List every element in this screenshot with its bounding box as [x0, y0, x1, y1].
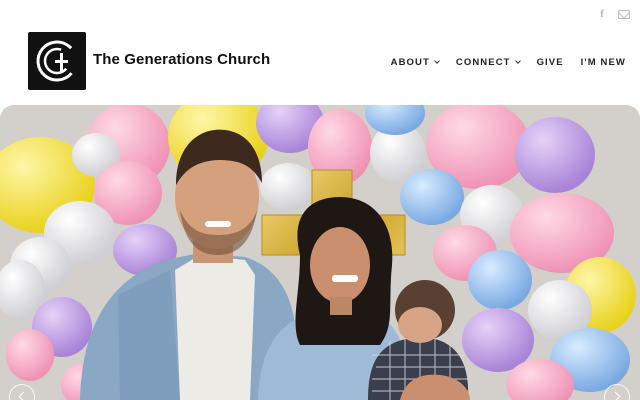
site-title[interactable]: The Generations Church: [93, 51, 270, 68]
chevron-down-icon: [514, 58, 521, 64]
facebook-icon[interactable]: f: [596, 8, 608, 20]
social-links: f: [596, 8, 630, 20]
hero-photo-balloons: [0, 105, 640, 400]
nav-give-label: GIVE: [536, 57, 564, 68]
nav-connect-label: CONNECT: [455, 57, 511, 68]
nav-connect[interactable]: CONNECT: [455, 57, 521, 68]
nav-about[interactable]: ABOUT: [390, 57, 440, 68]
main-nav: ABOUT CONNECT GIVE I'M NEW: [391, 57, 626, 68]
church-logo-icon[interactable]: [28, 32, 86, 90]
email-icon[interactable]: [618, 10, 630, 19]
nav-im-new[interactable]: I'M NEW: [581, 57, 626, 68]
nav-im-new-label: I'M NEW: [580, 57, 626, 68]
nav-about-label: ABOUT: [390, 57, 430, 68]
nav-give[interactable]: GIVE: [537, 57, 564, 68]
hero-slider: [0, 105, 640, 400]
chevron-down-icon: [434, 58, 440, 64]
